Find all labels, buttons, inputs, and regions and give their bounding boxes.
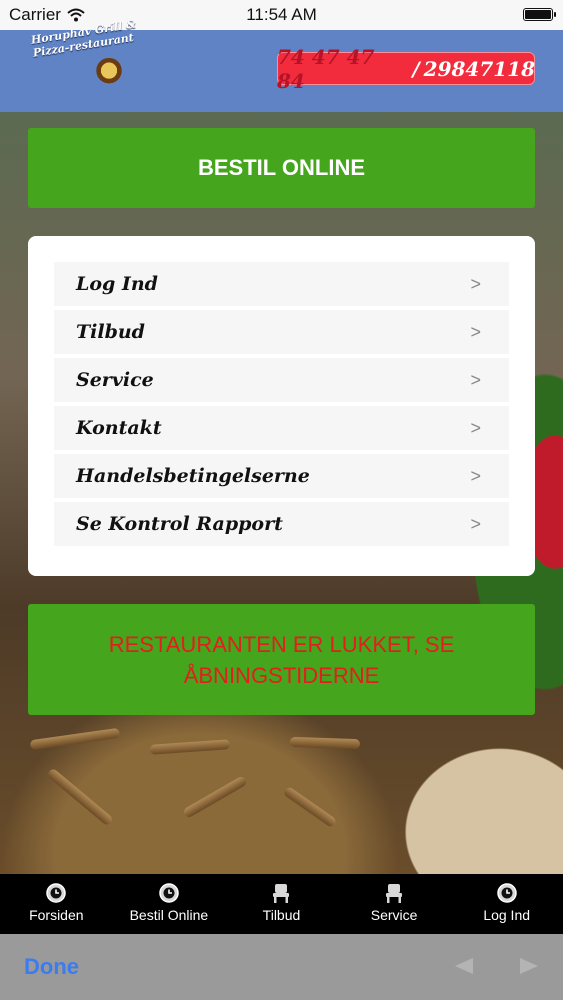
menu-item-label: Service: [76, 369, 154, 391]
menu-item-handelsbetingelserne[interactable]: Handelsbetingelserne >: [54, 454, 509, 498]
clock-icon: [496, 883, 517, 903]
menu-item-label: Handelsbetingelserne: [76, 465, 310, 487]
tab-label: Bestil Online: [129, 907, 209, 923]
phone-separator: /: [412, 56, 420, 81]
menu-item-label: Tilbud: [76, 321, 145, 343]
photo-detail: [29, 727, 121, 751]
clock-time: 11:54 AM: [246, 5, 317, 24]
forward-arrow-icon[interactable]: [520, 958, 538, 974]
tab-service[interactable]: Service: [338, 874, 451, 934]
web-toolbar: Done: [0, 934, 563, 1000]
photo-detail: [46, 767, 114, 827]
menu-item-label: Log Ind: [76, 273, 158, 295]
phone-secondary[interactable]: 29847118: [424, 57, 535, 81]
phone-primary[interactable]: 74 47 47 84: [277, 45, 408, 93]
chevron-right-icon: >: [470, 369, 481, 390]
chevron-right-icon: >: [470, 321, 481, 342]
app-header: Horuphav Grill & Pizza-restaurant 74 47 …: [0, 17, 563, 112]
logo-mascot-icon: [92, 58, 126, 86]
menu-item-tilbud[interactable]: Tilbud >: [54, 310, 509, 354]
photo-detail: [282, 785, 338, 829]
tab-bar: Forsiden Bestil Online Tilbud Service Lo…: [0, 874, 563, 934]
clock-icon: [46, 883, 67, 903]
tab-tilbud[interactable]: Tilbud: [225, 874, 338, 934]
menu-item-label: Kontakt: [76, 417, 162, 439]
photo-detail: [289, 736, 361, 750]
chevron-right-icon: >: [470, 465, 481, 486]
menu-item-label: Se Kontrol Rapport: [76, 513, 283, 535]
restaurant-closed-notice[interactable]: RESTAURANTEN ER LUKKET, SE ÅBNINGSTIDERN…: [28, 604, 535, 715]
menu-card: Log Ind > Tilbud > Service > Kontakt > H…: [28, 236, 535, 576]
photo-detail: [149, 739, 231, 755]
tab-log-ind[interactable]: Log Ind: [450, 874, 563, 934]
chevron-right-icon: >: [470, 417, 481, 438]
chair-icon: [273, 884, 290, 903]
photo-detail: [182, 775, 248, 819]
tab-label: Service: [370, 907, 418, 923]
chevron-right-icon: >: [470, 273, 481, 294]
done-button[interactable]: Done: [24, 954, 79, 980]
tab-label: Log Ind: [483, 907, 531, 923]
tab-bestil-online[interactable]: Bestil Online: [113, 874, 226, 934]
back-arrow-icon[interactable]: [455, 958, 473, 974]
order-online-button[interactable]: BESTIL ONLINE: [28, 128, 535, 208]
phone-numbers-badge[interactable]: 74 47 47 84 / 29847118: [277, 45, 535, 93]
menu-item-kontakt[interactable]: Kontakt >: [54, 406, 509, 450]
tab-label: Tilbud: [262, 907, 301, 923]
chevron-right-icon: >: [470, 513, 481, 534]
menu-item-log-ind[interactable]: Log Ind >: [54, 262, 509, 306]
tab-label: Forsiden: [29, 907, 84, 923]
battery-icon: [523, 8, 556, 21]
tab-forsiden[interactable]: Forsiden: [0, 874, 113, 934]
chair-icon: [386, 884, 403, 903]
menu-item-service[interactable]: Service >: [54, 358, 509, 402]
menu-item-kontrol-rapport[interactable]: Se Kontrol Rapport >: [54, 502, 509, 546]
clock-icon: [159, 883, 179, 903]
restaurant-logo[interactable]: Horuphav Grill & Pizza-restaurant: [28, 17, 138, 94]
